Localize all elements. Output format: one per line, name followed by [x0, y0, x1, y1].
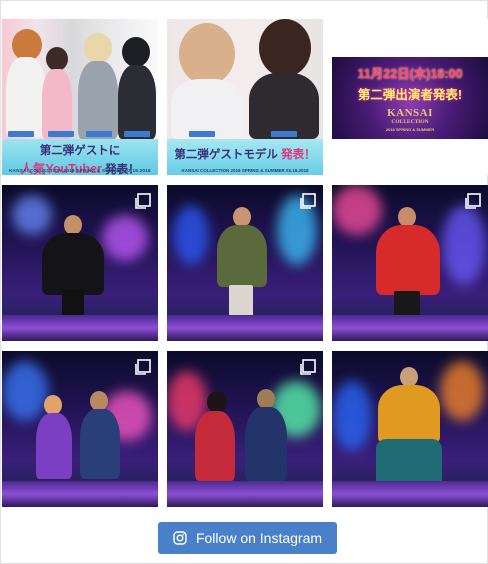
- model-figure: [80, 409, 120, 479]
- post-thumbnail-runway[interactable]: [2, 185, 158, 341]
- multi-image-icon: [135, 193, 151, 209]
- stage-light: [102, 215, 148, 261]
- model-figure: [257, 389, 275, 409]
- model-figure: [233, 207, 251, 227]
- stage-light: [332, 381, 372, 451]
- person-figure: [78, 61, 118, 139]
- multi-image-icon: [300, 359, 316, 375]
- announcement-card: 11月22日(木)18:00 第二弾出演者発表! KANSAI COLLECTI…: [332, 57, 488, 139]
- model-figure: [64, 215, 82, 235]
- instagram-icon: [173, 531, 187, 545]
- follow-button-label: Follow on Instagram: [195, 530, 323, 546]
- post-thumbnail-youtuber-guests[interactable]: 第二弾ゲストに 人気YouTuber 発表！ KANSAI COLLECTION …: [2, 19, 158, 175]
- stage-light: [440, 361, 484, 421]
- stage-light: [173, 205, 209, 265]
- model-figure: [217, 225, 267, 287]
- banner-subtitle: KANSAI COLLECTION 2018 SPRING & SUMMER 0…: [181, 168, 309, 173]
- kansai-logo: KANSAI: [387, 107, 433, 119]
- model-figure: [398, 207, 416, 227]
- stage-light: [442, 205, 486, 285]
- model-figure: [378, 385, 440, 443]
- post-thumbnail-runway-duo[interactable]: [167, 351, 323, 507]
- model-figure: [245, 407, 287, 481]
- stage-light: [12, 195, 52, 235]
- post-thumbnail-runway[interactable]: [167, 185, 323, 341]
- person-figure: [249, 73, 319, 139]
- banner-headline: 第二弾ゲストモデル 発表！: [174, 149, 316, 161]
- stage-light: [332, 185, 382, 235]
- post-thumbnail-guest-models[interactable]: 第二弾ゲストモデル 発表！ KANSAI COLLECTION 2018 SPR…: [167, 19, 323, 175]
- name-tag: [124, 131, 150, 137]
- person-figure: [122, 37, 150, 67]
- model-figure: [400, 367, 418, 387]
- name-tag: [271, 131, 297, 137]
- banner-subtitle: KANSAI COLLECTION 2018 SPRING & SUMMER 0…: [9, 168, 151, 173]
- season-label: 2018 SPRING & SUMMER: [385, 127, 435, 132]
- name-tag: [189, 131, 215, 137]
- model-figure: [207, 391, 227, 413]
- person-figure: [46, 47, 68, 71]
- stage-light: [2, 361, 48, 421]
- person-figure: [118, 65, 156, 139]
- multi-image-icon: [465, 193, 481, 209]
- follow-on-instagram-button[interactable]: Follow on Instagram: [158, 522, 337, 554]
- model-figure: [42, 233, 104, 295]
- runway-floor: [167, 315, 323, 341]
- name-tag: [86, 131, 112, 137]
- announcement-banner: 第二弾ゲストに 人気YouTuber 発表！ KANSAI COLLECTION …: [2, 139, 158, 175]
- collection-logo: COLLECTION: [391, 119, 429, 125]
- runway-floor: [332, 481, 488, 507]
- person-figure: [6, 57, 46, 137]
- runway-floor: [2, 481, 158, 507]
- model-figure: [376, 225, 440, 295]
- runway-floor: [332, 315, 488, 341]
- person-figure: [179, 23, 235, 85]
- multi-image-icon: [300, 193, 316, 209]
- post-thumbnail-runway[interactable]: [332, 185, 488, 341]
- model-figure: [36, 413, 72, 479]
- model-figure: [44, 395, 62, 415]
- post-thumbnail-second-lineup[interactable]: 11月22日(木)18:00 第二弾出演者発表! KANSAI COLLECTI…: [332, 19, 488, 175]
- person-figure: [171, 79, 243, 139]
- name-tag: [8, 131, 34, 137]
- post-thumbnail-runway-duo[interactable]: [2, 351, 158, 507]
- multi-image-icon: [135, 359, 151, 375]
- post-thumbnail-runway[interactable]: [332, 351, 488, 507]
- instagram-feed-widget: 第二弾ゲストに 人気YouTuber 発表！ KANSAI COLLECTION …: [0, 0, 488, 564]
- person-figure: [42, 69, 72, 139]
- runway-floor: [167, 481, 323, 507]
- person-figure: [84, 33, 112, 63]
- person-figure: [259, 19, 311, 77]
- announcement-headline: 第二弾出演者発表!: [357, 88, 463, 102]
- model-figure: [195, 411, 235, 481]
- name-tag: [48, 131, 74, 137]
- event-date: 11月22日(木)18:00: [357, 67, 463, 81]
- announcement-banner: 第二弾ゲストモデル 発表！ KANSAI COLLECTION 2018 SPR…: [167, 139, 323, 175]
- model-figure: [90, 391, 108, 411]
- runway-floor: [2, 315, 158, 341]
